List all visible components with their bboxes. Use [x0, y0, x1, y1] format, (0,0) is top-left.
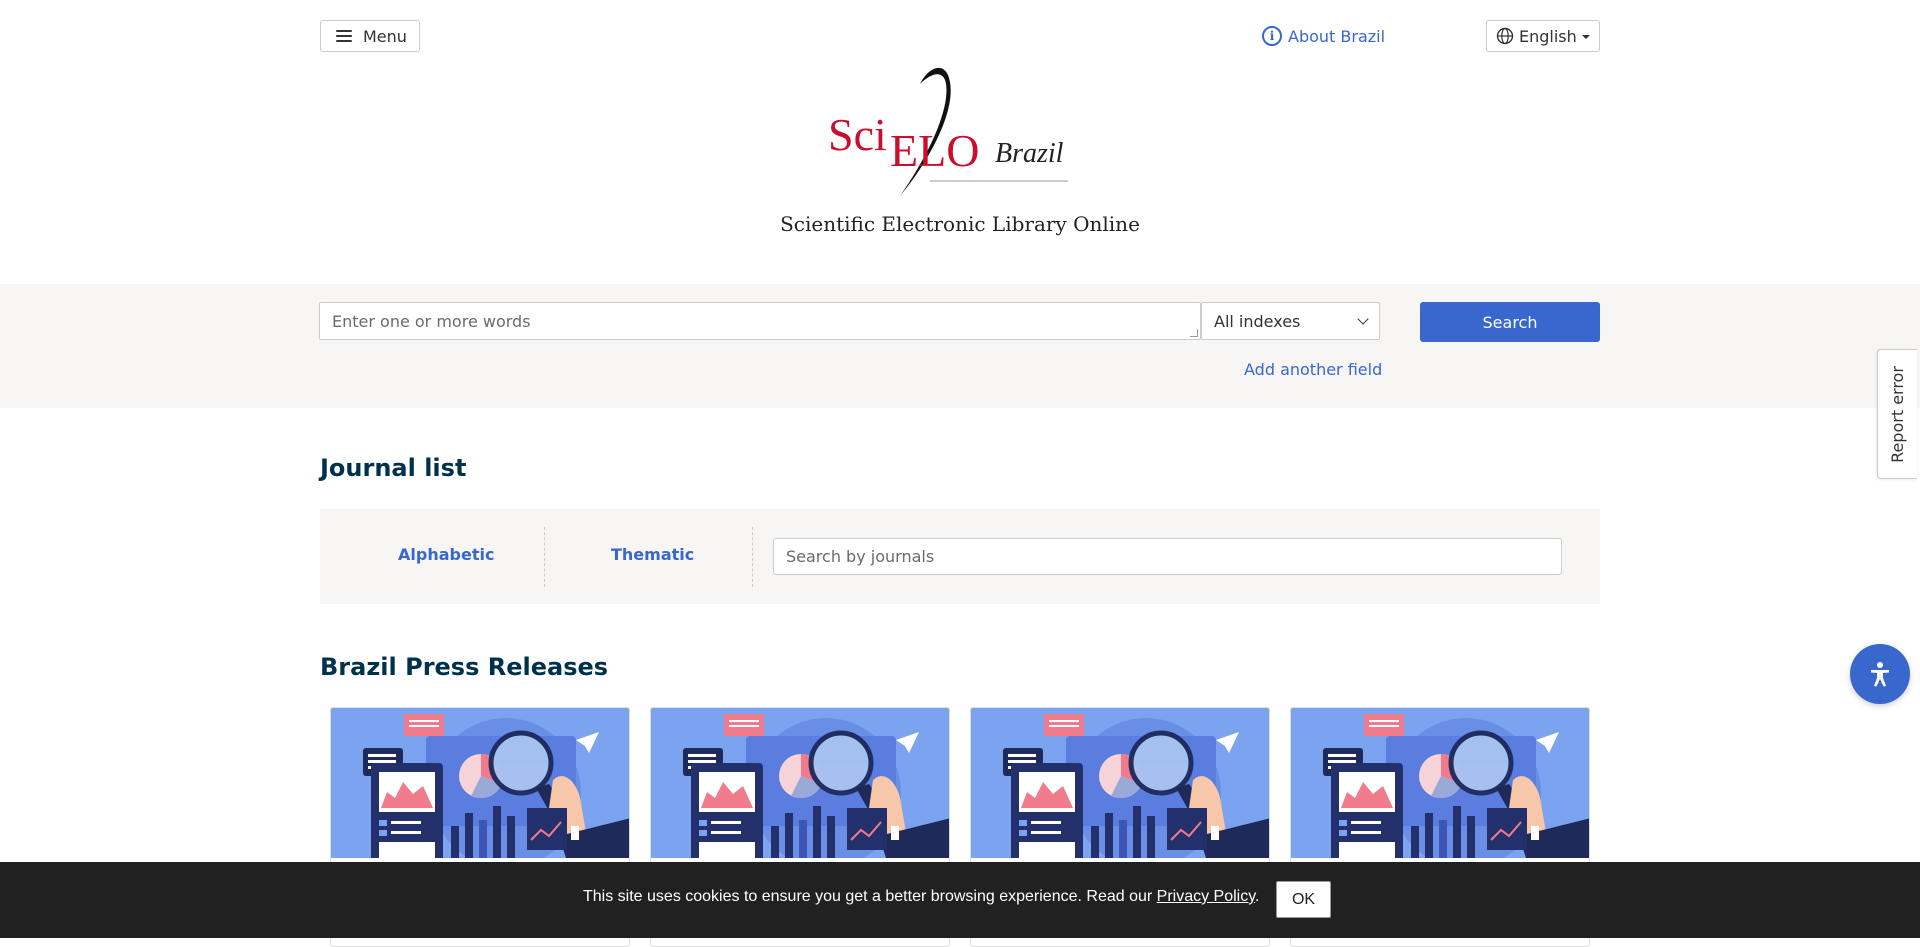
logo-country: Brazil	[995, 138, 1064, 169]
privacy-policy-link[interactable]: Privacy Policy	[1157, 888, 1255, 905]
journal-list-title: Journal list	[320, 454, 467, 482]
menu-button[interactable]: Menu	[320, 20, 420, 52]
divider	[544, 527, 545, 587]
info-icon: i	[1262, 26, 1282, 46]
logo-sci: Sci	[828, 109, 887, 160]
logo-elo: ELO	[890, 125, 979, 176]
menu-label: Menu	[363, 26, 407, 46]
press-release-illustration-icon	[971, 708, 1269, 858]
divider	[752, 527, 753, 587]
accessibility-icon	[1871, 662, 1889, 687]
cookie-suffix: .	[1255, 888, 1260, 905]
about-link[interactable]: i About Brazil	[1262, 24, 1385, 48]
search-button[interactable]: Search	[1420, 302, 1600, 342]
language-selector[interactable]: English	[1486, 20, 1600, 52]
tab-thematic[interactable]: Thematic	[611, 545, 694, 564]
press-releases-title: Brazil Press Releases	[320, 653, 609, 681]
report-error-tab[interactable]: Report error	[1877, 349, 1917, 479]
language-label: English	[1519, 26, 1577, 46]
hamburger-icon	[336, 30, 352, 42]
index-select[interactable]: All indexes	[1201, 302, 1380, 340]
chevron-down-icon	[1357, 313, 1369, 325]
journal-search-input[interactable]: Search by journals	[773, 538, 1562, 575]
press-release-illustration-icon	[1291, 708, 1589, 858]
cookie-message: This site uses cookies to ensure you get…	[583, 888, 1157, 905]
search-placeholder: Enter one or more words	[332, 311, 531, 331]
add-field-link[interactable]: Add another field	[1244, 360, 1382, 379]
tab-alphabetic[interactable]: Alphabetic	[398, 545, 494, 564]
caret-down-icon	[1581, 35, 1590, 39]
globe-icon	[1496, 27, 1514, 45]
press-release-illustration-icon	[651, 708, 949, 858]
cookie-text: This site uses cookies to ensure you get…	[583, 888, 1260, 906]
accessibility-button[interactable]	[1850, 644, 1910, 704]
index-select-value: All indexes	[1214, 311, 1301, 331]
resize-handle-icon[interactable]	[1190, 329, 1198, 337]
press-release-illustration-icon	[331, 708, 629, 858]
about-label: About Brazil	[1288, 26, 1386, 46]
report-error-label: Report error	[1888, 365, 1908, 463]
scielo-logo[interactable]: Sci ELO Brazil	[820, 50, 1080, 202]
search-input[interactable]: Enter one or more words	[319, 302, 1201, 340]
journal-search-placeholder: Search by journals	[786, 547, 935, 566]
cookie-ok-button[interactable]: OK	[1276, 881, 1331, 918]
tagline: Scientific Electronic Library Online	[780, 212, 1140, 236]
